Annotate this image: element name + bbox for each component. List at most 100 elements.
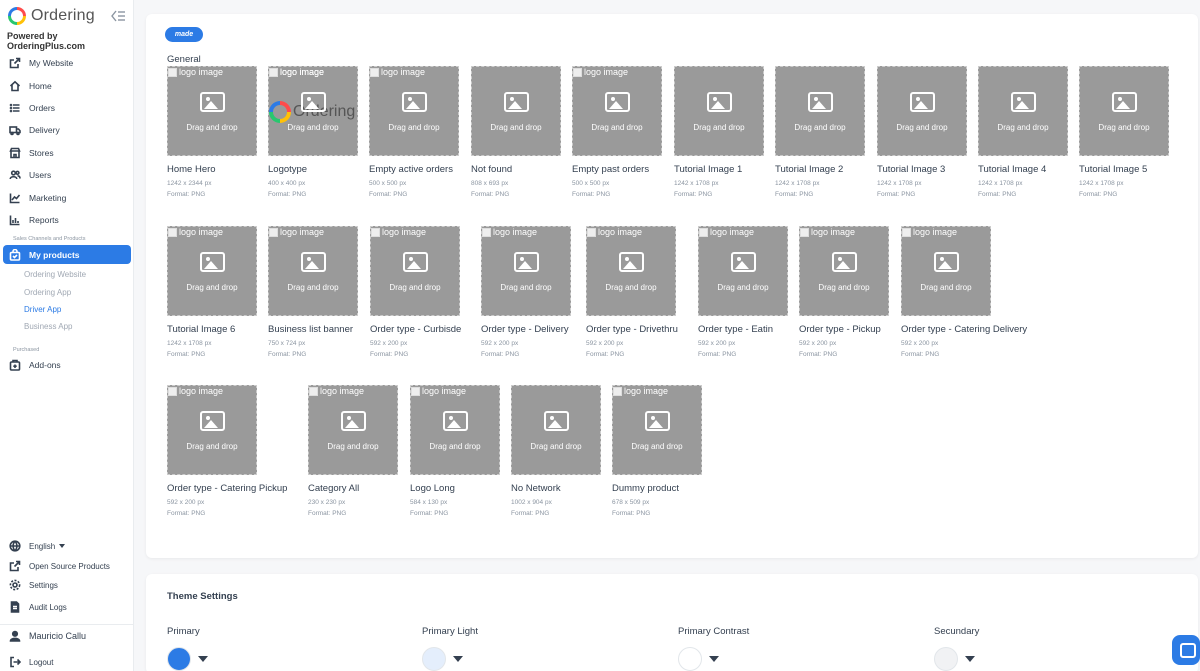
image-format: Format: PNG bbox=[369, 191, 408, 198]
open-source-label: Open Source Products bbox=[29, 561, 110, 571]
image-upload-dropzone[interactable]: logo image Drag and drop bbox=[167, 226, 257, 316]
brand[interactable]: Ordering bbox=[7, 6, 127, 28]
image-tile: Drag and drop No Network 1002 x 904 px Form… bbox=[511, 385, 601, 520]
drag-and-drop-label: Drag and drop bbox=[186, 283, 238, 292]
sidebar-item-users[interactable]: Users bbox=[0, 164, 134, 186]
settings-link[interactable]: Settings bbox=[9, 579, 58, 591]
drag-and-drop-label: Drag and drop bbox=[186, 442, 238, 451]
subitem-driver-app[interactable]: Driver App bbox=[24, 305, 61, 314]
image-title: Order type - Catering Pickup bbox=[167, 483, 288, 494]
image-upload-dropzone[interactable]: Drag and drop bbox=[877, 66, 967, 156]
image-title: Logotype bbox=[268, 164, 308, 175]
chevron-down-icon[interactable] bbox=[198, 656, 208, 662]
subitem-ordering-app[interactable]: Ordering App bbox=[24, 288, 71, 297]
image-upload-dropzone[interactable]: logo image Drag and drop bbox=[901, 226, 991, 316]
list-icon bbox=[9, 103, 20, 113]
image-tile: Drag and drop Not found 808 x 693 px Format… bbox=[471, 66, 561, 201]
drag-and-drop-label: Drag and drop bbox=[429, 442, 481, 451]
image-title: Order type - Eatin bbox=[698, 324, 773, 335]
image-tile: logo image Drag and drop Order type - Curb… bbox=[370, 226, 461, 361]
color-swatch[interactable] bbox=[934, 647, 958, 671]
sidebar-item-label: Add-ons bbox=[29, 360, 61, 370]
broken-image-icon bbox=[411, 386, 420, 396]
made-badge[interactable]: made bbox=[165, 27, 203, 42]
image-upload-dropzone[interactable]: logo image Drag and drop bbox=[167, 66, 257, 156]
image-upload-dropzone[interactable]: logo image Drag and drop bbox=[410, 385, 500, 475]
open-source-products-link[interactable]: Open Source Products bbox=[9, 560, 110, 572]
color-swatch[interactable] bbox=[678, 647, 702, 671]
image-format: Format: PNG bbox=[167, 510, 206, 517]
broken-image-icon bbox=[269, 67, 278, 77]
image-title: Order type - Catering Delivery bbox=[901, 324, 1028, 335]
image-placeholder-icon bbox=[200, 92, 225, 112]
external-link-icon bbox=[9, 57, 21, 69]
sidebar-item-marketing[interactable]: Marketing bbox=[0, 186, 134, 208]
user-profile[interactable]: Mauricio Callu bbox=[9, 630, 86, 642]
image-upload-dropzone[interactable]: Drag and drop bbox=[511, 385, 601, 475]
chevron-down-icon[interactable] bbox=[709, 656, 719, 662]
chat-support-button[interactable] bbox=[1172, 635, 1200, 665]
image-upload-dropzone[interactable]: logo image Drag and drop bbox=[370, 226, 460, 316]
color-swatch[interactable] bbox=[167, 647, 191, 671]
image-upload-dropzone[interactable]: logo image Drag and drop bbox=[167, 385, 257, 475]
image-upload-dropzone[interactable]: logo image Drag and drop bbox=[586, 226, 676, 316]
sidebar-item-label: My products bbox=[29, 249, 80, 260]
section-title-general: General bbox=[167, 54, 201, 65]
image-upload-dropzone[interactable]: logo image Drag and drop bbox=[799, 226, 889, 316]
image-format: Format: PNG bbox=[901, 351, 940, 358]
image-upload-dropzone[interactable]: logo image Drag and drop bbox=[698, 226, 788, 316]
collapse-sidebar-icon[interactable] bbox=[110, 10, 126, 22]
image-upload-dropzone[interactable]: Drag and drop bbox=[775, 66, 865, 156]
chevron-down-icon[interactable] bbox=[965, 656, 975, 662]
chevron-down-icon bbox=[59, 544, 66, 548]
image-upload-dropzone[interactable]: logo image Drag and drop bbox=[481, 226, 571, 316]
sidebar-item-orders[interactable]: Orders bbox=[0, 97, 134, 119]
image-format: Format: PNG bbox=[586, 351, 625, 358]
image-upload-dropzone[interactable]: logo image Drag and drop bbox=[268, 226, 358, 316]
image-upload-dropzone[interactable]: logo image Drag and drop bbox=[308, 385, 398, 475]
subitem-ordering-website[interactable]: Ordering Website bbox=[24, 270, 86, 279]
sidebar-item-home[interactable]: Home bbox=[0, 74, 134, 96]
sidebar-item-reports[interactable]: Reports bbox=[0, 209, 134, 231]
logo-image-alt: logo image bbox=[800, 227, 855, 237]
sidebar-item-delivery[interactable]: Delivery bbox=[0, 119, 134, 141]
image-format: Format: PNG bbox=[268, 351, 307, 358]
language-label: English bbox=[29, 541, 56, 551]
image-upload-dropzone[interactable]: logo image Drag and drop bbox=[612, 385, 702, 475]
audit-logs-link[interactable]: Audit Logs bbox=[9, 601, 67, 613]
image-tile: Drag and drop Tutorial Image 1 1242 x 1708… bbox=[674, 66, 764, 201]
image-upload-dropzone[interactable]: Drag and drop bbox=[471, 66, 561, 156]
drag-and-drop-label: Drag and drop bbox=[500, 283, 552, 292]
image-upload-dropzone[interactable]: logo image logo image Ordering Drag and dro… bbox=[268, 66, 358, 156]
logout-link[interactable]: Logout bbox=[9, 656, 53, 668]
sidebar-item-stores[interactable]: Stores bbox=[0, 142, 134, 164]
theme-settings-title: Theme Settings bbox=[167, 591, 238, 602]
image-format: Format: PNG bbox=[1079, 191, 1118, 198]
logout-icon bbox=[10, 656, 21, 668]
language-selector[interactable]: English bbox=[9, 540, 66, 552]
image-title: Tutorial Image 6 bbox=[167, 324, 236, 335]
color-swatch[interactable] bbox=[422, 647, 446, 671]
image-upload-dropzone[interactable]: Drag and drop bbox=[978, 66, 1068, 156]
chevron-down-icon[interactable] bbox=[453, 656, 463, 662]
sidebar-item-addons[interactable]: Add-ons bbox=[9, 359, 61, 371]
image-title: Home Hero bbox=[167, 164, 216, 175]
image-dimensions: 1242 x 1708 px bbox=[877, 180, 922, 187]
image-upload-dropzone[interactable]: logo image Drag and drop bbox=[572, 66, 662, 156]
image-tile: logo image Drag and drop Order type - Eati… bbox=[698, 226, 788, 361]
image-upload-dropzone[interactable]: Drag and drop bbox=[674, 66, 764, 156]
broken-image-icon bbox=[613, 386, 622, 396]
powered-by[interactable]: Powered by OrderingPlus.com bbox=[7, 31, 133, 51]
color-label-primary-light: Primary Light bbox=[422, 626, 478, 637]
image-tile: logo image Drag and drop Logo Long 584 x 13… bbox=[410, 385, 500, 520]
image-upload-dropzone[interactable]: Drag and drop bbox=[1079, 66, 1169, 156]
sidebar-item-my-website[interactable]: My Website bbox=[0, 52, 134, 74]
sidebar-item-my-products[interactable]: My products bbox=[3, 245, 131, 264]
sidebar: Ordering Powered by OrderingPlus.com My … bbox=[0, 0, 134, 671]
logo-image-alt: logo image bbox=[573, 67, 628, 77]
subitem-business-app[interactable]: Business App bbox=[24, 322, 72, 331]
image-format: Format: PNG bbox=[511, 510, 550, 517]
image-tile: logo image Drag and drop Order type - Cate… bbox=[901, 226, 1027, 361]
image-upload-dropzone[interactable]: logo image Drag and drop bbox=[369, 66, 459, 156]
logo-image-alt: logo image bbox=[482, 227, 537, 237]
